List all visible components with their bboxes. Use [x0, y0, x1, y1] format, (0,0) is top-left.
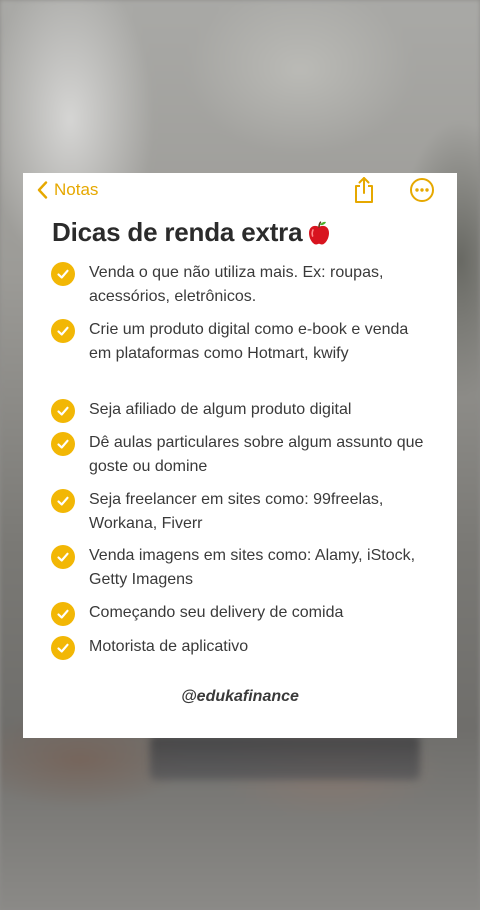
- checkmark-icon[interactable]: [51, 636, 75, 660]
- list-item-text: Dê aulas particulares sobre algum assunt…: [89, 434, 424, 475]
- apple-icon: [305, 219, 333, 247]
- list-item-text: Motorista de aplicativo: [89, 638, 249, 655]
- list-item-text: Seja freelancer em sites como: 99freelas…: [89, 491, 384, 532]
- list-item-text: Seja afiliado de algum produto digital: [89, 401, 352, 418]
- background-laptop: [150, 735, 420, 780]
- checkmark-icon[interactable]: [51, 399, 75, 423]
- chevron-left-icon: [37, 181, 48, 199]
- list-item-text: Venda imagens em sites como: Alamy, iSto…: [89, 547, 416, 588]
- checkmark-icon[interactable]: [51, 262, 75, 286]
- author-handle: @edukafinance: [181, 688, 299, 705]
- list-item: Venda imagens em sites como: Alamy, iSto…: [51, 544, 451, 592]
- note-card: Notas Dicas de renda extra Venda o que n…: [23, 173, 457, 738]
- ellipsis-circle-icon[interactable]: [409, 177, 435, 203]
- list-item-text: Venda o que não utiliza mais. Ex: roupas…: [89, 264, 384, 305]
- checkmark-icon[interactable]: [51, 432, 75, 456]
- checkmark-icon[interactable]: [51, 602, 75, 626]
- note-title: Dicas de renda extra: [52, 217, 333, 248]
- list-item: Dê aulas particulares sobre algum assunt…: [51, 431, 451, 479]
- list-item: Venda o que não utiliza mais. Ex: roupas…: [51, 261, 451, 309]
- list-item: Começando seu delivery de comida: [51, 601, 451, 626]
- checkmark-icon[interactable]: [51, 489, 75, 513]
- list-item-text: Começando seu delivery de comida: [89, 604, 344, 621]
- list-item: Crie um produto digital como e-book e ve…: [51, 318, 451, 366]
- note-title-text: Dicas de renda extra: [52, 217, 303, 247]
- share-icon[interactable]: [351, 176, 377, 204]
- list-item-text: Crie um produto digital como e-book e ve…: [89, 321, 409, 362]
- list-item: Seja freelancer em sites como: 99freelas…: [51, 488, 451, 536]
- back-label: Notas: [54, 180, 99, 199]
- notes-toolbar: Notas: [23, 173, 457, 207]
- checkmark-icon[interactable]: [51, 545, 75, 569]
- checkmark-icon[interactable]: [51, 319, 75, 343]
- back-button[interactable]: Notas: [37, 179, 98, 201]
- list-item: Motorista de aplicativo: [51, 635, 451, 660]
- list-item: Seja afiliado de algum produto digital: [51, 398, 451, 423]
